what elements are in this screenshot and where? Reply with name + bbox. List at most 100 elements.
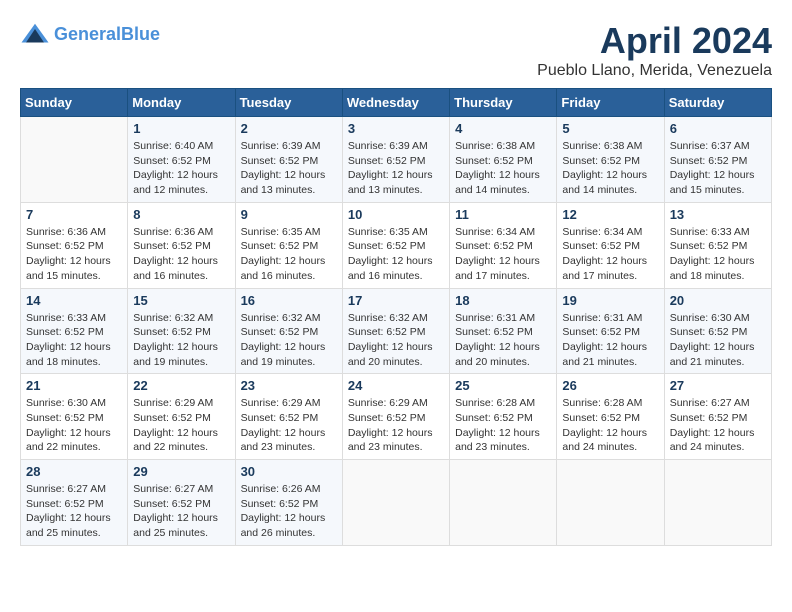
calendar-cell: 8 Sunrise: 6:36 AM Sunset: 6:52 PM Daylig…: [128, 202, 235, 288]
day-info: Sunrise: 6:29 AM Sunset: 6:52 PM Dayligh…: [241, 396, 337, 455]
day-number: 17: [348, 293, 444, 308]
day-info: Sunrise: 6:26 AM Sunset: 6:52 PM Dayligh…: [241, 482, 337, 541]
day-info: Sunrise: 6:36 AM Sunset: 6:52 PM Dayligh…: [133, 225, 229, 284]
calendar-cell: 15 Sunrise: 6:32 AM Sunset: 6:52 PM Dayli…: [128, 288, 235, 374]
day-info: Sunrise: 6:35 AM Sunset: 6:52 PM Dayligh…: [241, 225, 337, 284]
day-info: Sunrise: 6:34 AM Sunset: 6:52 PM Dayligh…: [562, 225, 658, 284]
header-cell-saturday: Saturday: [664, 89, 771, 117]
week-row-4: 21 Sunrise: 6:30 AM Sunset: 6:52 PM Dayli…: [21, 374, 772, 460]
calendar-cell: 5 Sunrise: 6:38 AM Sunset: 6:52 PM Daylig…: [557, 117, 664, 203]
day-info: Sunrise: 6:37 AM Sunset: 6:52 PM Dayligh…: [670, 139, 766, 198]
calendar-cell: 6 Sunrise: 6:37 AM Sunset: 6:52 PM Daylig…: [664, 117, 771, 203]
logo: GeneralBlue: [20, 20, 160, 50]
calendar-cell: [342, 460, 449, 546]
calendar-cell: 10 Sunrise: 6:35 AM Sunset: 6:52 PM Dayli…: [342, 202, 449, 288]
header-row: SundayMondayTuesdayWednesdayThursdayFrid…: [21, 89, 772, 117]
day-number: 10: [348, 207, 444, 222]
header-cell-thursday: Thursday: [450, 89, 557, 117]
calendar-cell: 29 Sunrise: 6:27 AM Sunset: 6:52 PM Dayli…: [128, 460, 235, 546]
day-info: Sunrise: 6:27 AM Sunset: 6:52 PM Dayligh…: [26, 482, 122, 541]
calendar-cell: [557, 460, 664, 546]
calendar-cell: 2 Sunrise: 6:39 AM Sunset: 6:52 PM Daylig…: [235, 117, 342, 203]
header-cell-wednesday: Wednesday: [342, 89, 449, 117]
week-row-1: 1 Sunrise: 6:40 AM Sunset: 6:52 PM Daylig…: [21, 117, 772, 203]
day-info: Sunrise: 6:34 AM Sunset: 6:52 PM Dayligh…: [455, 225, 551, 284]
day-info: Sunrise: 6:36 AM Sunset: 6:52 PM Dayligh…: [26, 225, 122, 284]
calendar-cell: 7 Sunrise: 6:36 AM Sunset: 6:52 PM Daylig…: [21, 202, 128, 288]
header-cell-monday: Monday: [128, 89, 235, 117]
day-number: 28: [26, 464, 122, 479]
calendar-cell: 16 Sunrise: 6:32 AM Sunset: 6:52 PM Dayli…: [235, 288, 342, 374]
day-number: 26: [562, 378, 658, 393]
day-number: 4: [455, 121, 551, 136]
calendar-table: SundayMondayTuesdayWednesdayThursdayFrid…: [20, 88, 772, 546]
day-info: Sunrise: 6:35 AM Sunset: 6:52 PM Dayligh…: [348, 225, 444, 284]
day-info: Sunrise: 6:33 AM Sunset: 6:52 PM Dayligh…: [670, 225, 766, 284]
calendar-title: April 2024: [537, 20, 772, 62]
day-number: 23: [241, 378, 337, 393]
day-number: 12: [562, 207, 658, 222]
day-info: Sunrise: 6:39 AM Sunset: 6:52 PM Dayligh…: [241, 139, 337, 198]
day-info: Sunrise: 6:32 AM Sunset: 6:52 PM Dayligh…: [241, 311, 337, 370]
calendar-cell: 1 Sunrise: 6:40 AM Sunset: 6:52 PM Daylig…: [128, 117, 235, 203]
day-info: Sunrise: 6:38 AM Sunset: 6:52 PM Dayligh…: [562, 139, 658, 198]
day-number: 5: [562, 121, 658, 136]
day-info: Sunrise: 6:38 AM Sunset: 6:52 PM Dayligh…: [455, 139, 551, 198]
calendar-cell: 17 Sunrise: 6:32 AM Sunset: 6:52 PM Dayli…: [342, 288, 449, 374]
day-number: 30: [241, 464, 337, 479]
week-row-5: 28 Sunrise: 6:27 AM Sunset: 6:52 PM Dayli…: [21, 460, 772, 546]
calendar-cell: [450, 460, 557, 546]
day-number: 15: [133, 293, 229, 308]
calendar-cell: 28 Sunrise: 6:27 AM Sunset: 6:52 PM Dayli…: [21, 460, 128, 546]
day-info: Sunrise: 6:29 AM Sunset: 6:52 PM Dayligh…: [133, 396, 229, 455]
day-number: 16: [241, 293, 337, 308]
day-number: 19: [562, 293, 658, 308]
calendar-cell: 30 Sunrise: 6:26 AM Sunset: 6:52 PM Dayli…: [235, 460, 342, 546]
day-info: Sunrise: 6:30 AM Sunset: 6:52 PM Dayligh…: [26, 396, 122, 455]
header-cell-friday: Friday: [557, 89, 664, 117]
calendar-cell: 27 Sunrise: 6:27 AM Sunset: 6:52 PM Dayli…: [664, 374, 771, 460]
calendar-cell: [21, 117, 128, 203]
calendar-subtitle: Pueblo Llano, Merida, Venezuela: [537, 62, 772, 80]
day-number: 27: [670, 378, 766, 393]
calendar-cell: 26Sunrise: 6:28 AM Sunset: 6:52 PM Dayli…: [557, 374, 664, 460]
calendar-body: 1 Sunrise: 6:40 AM Sunset: 6:52 PM Daylig…: [21, 117, 772, 546]
calendar-cell: 14Sunrise: 6:33 AM Sunset: 6:52 PM Dayli…: [21, 288, 128, 374]
day-number: 22: [133, 378, 229, 393]
day-number: 13: [670, 207, 766, 222]
day-number: 6: [670, 121, 766, 136]
day-number: 8: [133, 207, 229, 222]
page-header: GeneralBlue April 2024 Pueblo Llano, Mer…: [20, 20, 772, 80]
header-cell-sunday: Sunday: [21, 89, 128, 117]
day-info: Sunrise: 6:28 AM Sunset: 6:52 PM Dayligh…: [455, 396, 551, 455]
calendar-cell: 23 Sunrise: 6:29 AM Sunset: 6:52 PM Dayli…: [235, 374, 342, 460]
day-info: Sunrise: 6:32 AM Sunset: 6:52 PM Dayligh…: [348, 311, 444, 370]
day-number: 29: [133, 464, 229, 479]
day-number: 3: [348, 121, 444, 136]
day-info: Sunrise: 6:40 AM Sunset: 6:52 PM Dayligh…: [133, 139, 229, 198]
day-number: 18: [455, 293, 551, 308]
logo-text: GeneralBlue: [54, 25, 160, 45]
day-info: Sunrise: 6:32 AM Sunset: 6:52 PM Dayligh…: [133, 311, 229, 370]
day-number: 25: [455, 378, 551, 393]
day-number: 1: [133, 121, 229, 136]
calendar-cell: 13 Sunrise: 6:33 AM Sunset: 6:52 PM Dayli…: [664, 202, 771, 288]
logo-line1: General: [54, 24, 121, 44]
logo-icon: [20, 20, 50, 50]
day-info: Sunrise: 6:29 AM Sunset: 6:52 PM Dayligh…: [348, 396, 444, 455]
day-number: 2: [241, 121, 337, 136]
day-number: 21: [26, 378, 122, 393]
day-info: Sunrise: 6:31 AM Sunset: 6:52 PM Dayligh…: [455, 311, 551, 370]
calendar-cell: 25 Sunrise: 6:28 AM Sunset: 6:52 PM Dayli…: [450, 374, 557, 460]
calendar-cell: 12 Sunrise: 6:34 AM Sunset: 6:52 PM Dayli…: [557, 202, 664, 288]
day-number: 7: [26, 207, 122, 222]
day-number: 11: [455, 207, 551, 222]
day-number: 24: [348, 378, 444, 393]
calendar-header: SundayMondayTuesdayWednesdayThursdayFrid…: [21, 89, 772, 117]
calendar-cell: 18 Sunrise: 6:31 AM Sunset: 6:52 PM Dayli…: [450, 288, 557, 374]
day-info: Sunrise: 6:27 AM Sunset: 6:52 PM Dayligh…: [133, 482, 229, 541]
day-number: 14: [26, 293, 122, 308]
day-info: Sunrise: 6:27 AM Sunset: 6:52 PM Dayligh…: [670, 396, 766, 455]
day-info: Sunrise: 6:30 AM Sunset: 6:52 PM Dayligh…: [670, 311, 766, 370]
day-info: Sunrise: 6:39 AM Sunset: 6:52 PM Dayligh…: [348, 139, 444, 198]
